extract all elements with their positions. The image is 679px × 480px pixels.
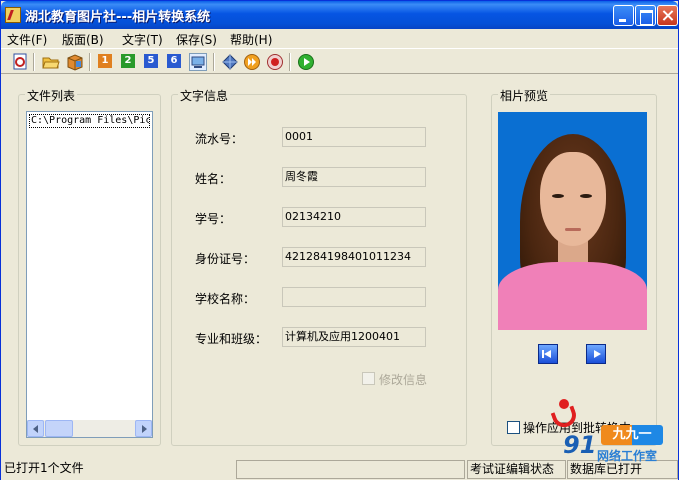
batch-apply-checkbox[interactable] [507, 421, 520, 434]
photo-shirt [498, 262, 647, 330]
num-6-icon[interactable]: 6 [166, 53, 184, 71]
file-list-title: 文件列表 [25, 87, 78, 104]
photo-eye-left [552, 194, 564, 198]
school-name-field[interactable] [282, 287, 426, 307]
menu-text[interactable]: 文字(T) [122, 31, 163, 48]
serial-number-field[interactable]: 0001 [282, 127, 426, 147]
student-id-field[interactable]: 02134210 [282, 207, 426, 227]
scroll-thumb[interactable] [45, 420, 73, 437]
serial-number-label: 流水号： [195, 132, 244, 146]
list-item[interactable]: C:\Program Files\PicC [29, 114, 150, 128]
forward-icon[interactable] [243, 53, 261, 71]
status-files-opened: 已打开1个文件 [4, 461, 84, 475]
record-icon[interactable] [266, 53, 284, 71]
open-folder-icon[interactable] [42, 53, 60, 71]
new-doc-icon[interactable] [11, 53, 29, 71]
next-photo-button[interactable] [586, 344, 606, 364]
watermark-number: 91 [563, 431, 597, 459]
toolbar-separator [89, 53, 91, 71]
status-progress [236, 460, 465, 479]
app-icon [5, 7, 21, 23]
menu-layout[interactable]: 版面(B) [62, 31, 104, 48]
id-card-field[interactable]: 421284198401011234 [282, 247, 426, 267]
maximize-button[interactable] [635, 5, 656, 26]
watermark-brand: 九九一 [601, 425, 663, 445]
scroll-left-icon[interactable] [27, 420, 44, 437]
diamond-icon[interactable] [221, 53, 239, 71]
num-2-icon[interactable]: 2 [120, 53, 138, 71]
menu-save[interactable]: 保存(S) [176, 31, 217, 48]
toolbar-separator [213, 53, 215, 71]
num-5-icon[interactable]: 5 [143, 53, 161, 71]
window-title: 湖北教育图片社---相片转换系统 [25, 10, 211, 25]
modify-info-label: 修改信息 [379, 373, 428, 387]
menu-help[interactable]: 帮助(H) [230, 31, 272, 48]
modify-info-checkbox[interactable] [362, 372, 375, 385]
running-man-icon [550, 399, 580, 431]
id-card-label: 身份证号： [195, 252, 256, 266]
num-1-icon[interactable]: 1 [97, 53, 115, 71]
menu-file[interactable]: 文件(F) [7, 31, 47, 48]
major-class-label: 专业和班级： [195, 332, 268, 346]
photo-preview [498, 112, 647, 330]
preview-title: 相片预览 [498, 87, 551, 104]
watermark-logo: 91 九九一 网络工作室 [541, 399, 671, 463]
menu-bar: 文件(F) 版面(B) 文字(T) 保存(S) 帮助(H) [1, 29, 678, 48]
title-bar[interactable]: 湖北教育图片社---相片转换系统 [1, 1, 678, 29]
name-field[interactable]: 周冬霞 [282, 167, 426, 187]
monitor-icon[interactable] [189, 53, 207, 71]
package-icon[interactable] [66, 53, 84, 71]
file-listbox[interactable]: C:\Program Files\PicC [26, 111, 153, 438]
status-edit-mode: 考试证编辑状态 [467, 460, 566, 479]
photo-eye-right [580, 194, 592, 198]
close-button[interactable] [657, 5, 678, 26]
minimize-button[interactable] [613, 5, 634, 26]
school-name-label: 学校名称： [195, 292, 256, 306]
name-label: 姓名： [195, 172, 232, 186]
watermark-text: 网络工作室 [597, 449, 658, 463]
photo-face [540, 152, 606, 246]
major-class-field[interactable]: 计算机及应用1200401 [282, 327, 426, 347]
toolbar-separator [33, 53, 35, 71]
scroll-right-icon[interactable] [135, 420, 152, 437]
text-info-title: 文字信息 [178, 87, 231, 104]
play-icon[interactable] [297, 53, 315, 71]
toolbar-separator [289, 53, 291, 71]
toolbar: 1 2 5 6 [1, 48, 678, 74]
student-id-label: 学号： [195, 212, 232, 226]
main-window: 湖北教育图片社---相片转换系统 文件(F) 版面(B) 文字(T) 保存(S)… [0, 0, 679, 480]
status-bar: 已打开1个文件 考试证编辑状态 数据库已打开 [1, 458, 678, 480]
previous-photo-button[interactable] [538, 344, 558, 364]
horizontal-scrollbar[interactable] [27, 420, 152, 437]
photo-mouth [565, 228, 581, 231]
